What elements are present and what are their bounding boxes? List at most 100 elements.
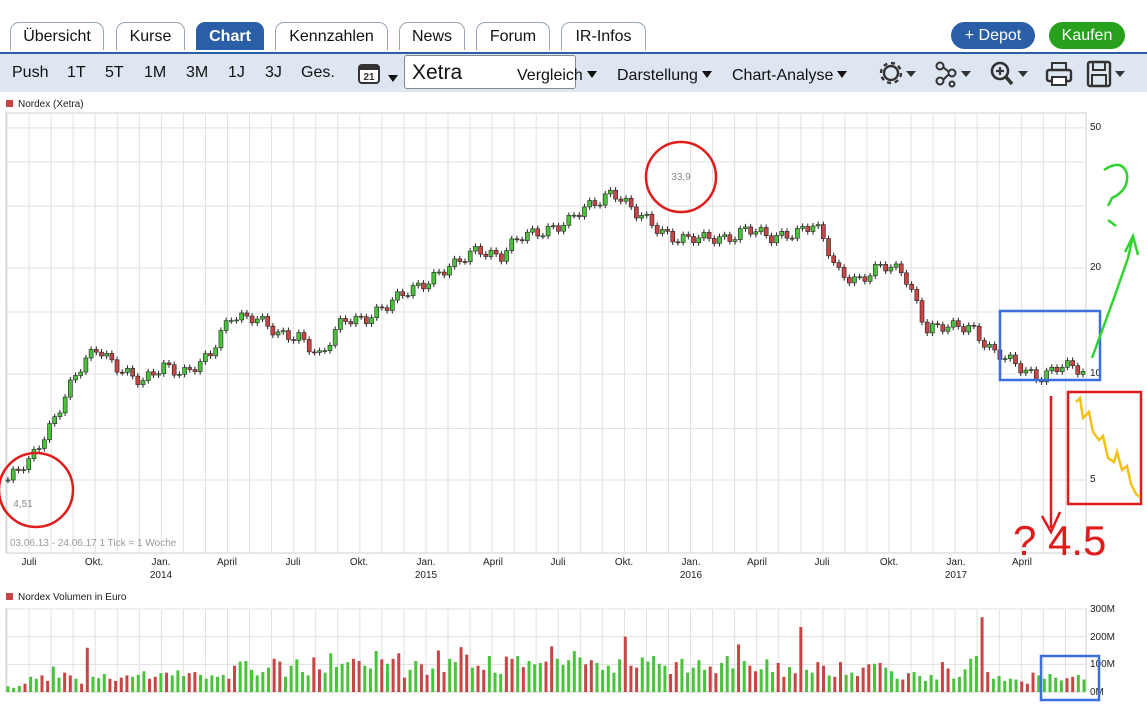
period-1m[interactable]: 1M [144,64,166,82]
zoom-icon[interactable] [989,60,1031,88]
candle-body [145,371,151,381]
x-tick-label: Okt. [880,557,898,568]
tab-forum[interactable]: Forum [476,22,550,50]
candle-body [1049,366,1055,372]
candle-body [561,224,566,232]
candle-body [16,468,21,471]
y-tick-10: 10 [1090,368,1102,379]
candle-body [654,225,660,234]
exchange-value: Xetra [412,61,463,84]
volume-bar [929,674,933,692]
print-icon[interactable] [1045,60,1073,88]
volume-bar [657,663,661,692]
volume-bar [1048,674,1052,692]
kaufen-button[interactable]: Kaufen [1049,22,1125,49]
volume-bar [776,662,780,692]
volume-bar [855,675,859,692]
volume-bar [380,659,384,692]
volume-bar [187,673,191,692]
save-icon[interactable] [1086,60,1128,88]
candle-body [171,364,177,376]
candle-body [400,291,405,296]
candle-body [893,263,899,268]
candle-body [26,458,32,470]
tab-chart[interactable]: Chart [196,22,264,50]
price-legend-swatch [6,100,13,107]
volume-bar [572,651,576,692]
volume-bar [1003,680,1007,692]
tab-kurse[interactable]: Kurse [116,22,185,50]
volume-bar [385,663,389,692]
display-dropdown[interactable]: Darstellung [617,67,712,85]
candle-body [21,469,26,471]
candle-body [166,362,172,366]
volume-bar [204,678,208,692]
candle-body [52,416,58,424]
candle-body [140,380,146,385]
network-icon[interactable] [934,60,976,88]
candle-body [753,231,759,235]
tab-uebersicht[interactable]: Übersicht [10,22,104,50]
settings-icon[interactable] [879,60,921,88]
candle-body [841,267,847,278]
candle-body [867,275,873,282]
x-tick-label: Jan. [417,557,436,568]
volume-bar [635,667,639,692]
period-3m[interactable]: 3M [186,64,208,82]
period-1j[interactable]: 1J [228,64,245,82]
candle-body [421,282,426,290]
low-circle-annotation [0,451,75,529]
candle-body [862,276,868,282]
volume-bar [165,672,169,692]
candle-body [914,289,920,301]
volume-bar [703,669,707,692]
x-tick-label: Okt. [615,557,633,568]
period-ges[interactable]: Ges. [301,64,335,82]
volume-bar [176,670,180,692]
volume-bar [516,656,520,692]
candle-body [1023,369,1029,374]
depot-button[interactable]: + Depot [951,22,1035,49]
period-3j[interactable]: 3J [265,64,282,82]
volume-bar [148,678,152,692]
chart-analysis-dropdown[interactable]: Chart-Analyse [732,67,847,85]
volume-bar [312,657,316,692]
x-tick-label: Juli [21,557,36,568]
volume-bar [708,666,712,692]
compare-dropdown[interactable]: Vergleich [517,67,597,85]
tab-ir-infos[interactable]: IR-Infos [561,22,646,50]
volume-bar [691,667,695,692]
volume-bar [640,657,644,692]
volume-bar [289,665,293,692]
volume-bar [374,651,378,692]
calendar-icon[interactable]: 21 [358,62,398,89]
candle-body [945,326,951,332]
candle-body [317,350,322,353]
candle-body [208,353,213,357]
candle-body [727,234,733,242]
candle-body [717,236,722,244]
candle-body [608,189,613,195]
candle-body [1039,379,1044,383]
tab-news[interactable]: News [399,22,465,50]
tab-kennzahlen[interactable]: Kennzahlen [275,22,388,50]
candle-body [109,353,115,361]
volume-bar [368,668,372,692]
volume-bar [821,665,825,692]
volume-bar [850,672,854,692]
period-push[interactable]: Push [12,64,48,82]
candle-body [795,228,800,239]
candle-body [556,225,561,232]
volume-bar [1071,676,1075,692]
candle-body [374,306,380,319]
candle-body [1054,366,1060,372]
volume-bar [23,683,27,692]
volume-bar [906,673,910,692]
volume-bar [29,676,33,692]
candle-body [602,193,608,206]
period-5t[interactable]: 5T [105,64,124,82]
volume-bar [114,680,118,692]
vol-tick-200m: 200M [1090,632,1115,643]
volume-bar [861,667,865,692]
period-1t[interactable]: 1T [67,64,86,82]
